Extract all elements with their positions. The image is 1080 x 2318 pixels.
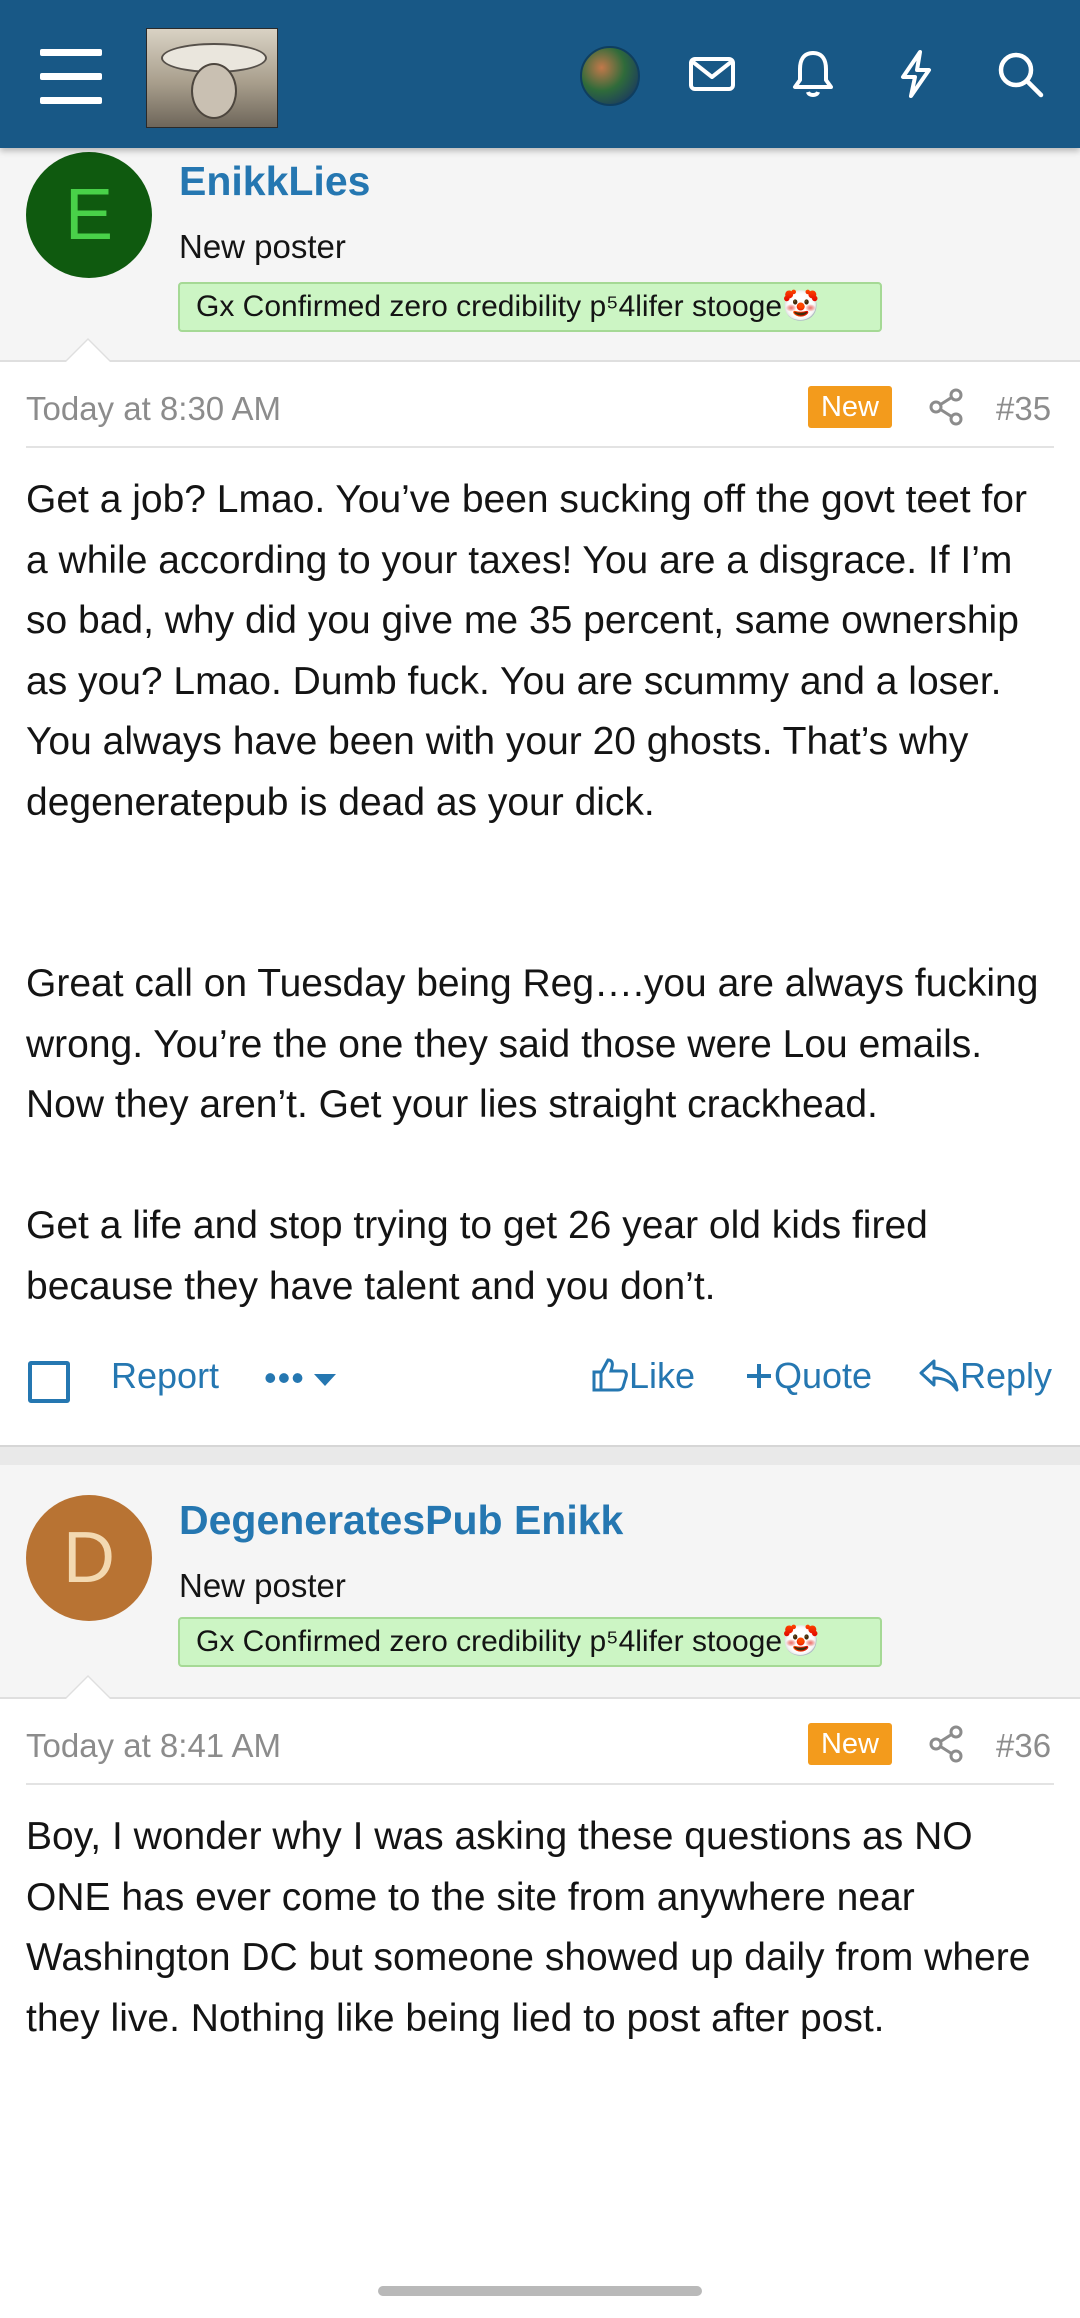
user-title: New poster <box>179 228 346 265</box>
post-timestamp[interactable]: Today at 8:41 AM <box>26 1727 281 1765</box>
share-icon[interactable] <box>926 386 968 428</box>
more-options-button[interactable]: ••• <box>264 1357 339 1399</box>
reply-icon <box>919 1359 959 1392</box>
menu-icon[interactable] <box>40 49 102 104</box>
select-checkbox[interactable] <box>28 1361 70 1403</box>
header-caret <box>64 338 112 362</box>
bell-icon[interactable] <box>783 44 843 104</box>
reply-button[interactable]: Reply <box>918 1355 1052 1397</box>
home-indicator[interactable] <box>378 2286 702 2296</box>
post-separator <box>0 1445 1080 1465</box>
post-body: Get a job? Lmao. You’ve been sucking off… <box>26 448 1054 1317</box>
username[interactable]: EnikkLies <box>179 158 370 205</box>
lightning-icon[interactable] <box>886 44 946 104</box>
like-label: Like <box>629 1355 696 1396</box>
new-badge: New <box>808 386 892 428</box>
avatar[interactable]: E <box>26 152 152 278</box>
reply-label: Reply <box>960 1355 1053 1396</box>
plus-icon <box>747 1364 771 1388</box>
user-banner: Gx Confirmed zero credibility p⁵4lifer s… <box>178 282 882 332</box>
post-number[interactable]: #35 <box>996 390 1051 428</box>
share-icon[interactable] <box>926 1723 968 1765</box>
search-icon[interactable] <box>990 44 1050 104</box>
username[interactable]: DegeneratesPub Enikk <box>179 1497 623 1544</box>
post-actions: Report ••• Like Quote Reply <box>0 1335 1080 1433</box>
post-paragraph: Get a job? Lmao. You’ve been sucking off… <box>26 478 1027 824</box>
site-logo[interactable] <box>146 28 278 128</box>
post-36: D DegeneratesPub Enikk New poster Gx Con… <box>0 1465 1080 2049</box>
top-nav-bar <box>0 0 1080 148</box>
user-title: New poster <box>179 1567 346 1604</box>
post-user-header: E EnikkLies New poster Gx Confirmed zero… <box>0 146 1080 362</box>
avatar[interactable]: D <box>26 1495 152 1621</box>
post-user-header: D DegeneratesPub Enikk New poster Gx Con… <box>0 1465 1080 1699</box>
more-dots: ••• <box>264 1357 305 1398</box>
post-body: Boy, I wonder why I was asking these que… <box>26 1785 1054 2049</box>
post-paragraph: Great call on Tuesday being Reg….you are… <box>26 962 1039 1126</box>
new-badge: New <box>808 1723 892 1765</box>
chevron-down-icon <box>313 1374 336 1387</box>
post-timestamp[interactable]: Today at 8:30 AM <box>26 390 281 428</box>
report-button[interactable]: Report <box>111 1355 219 1397</box>
post-35: E EnikkLies New poster Gx Confirmed zero… <box>0 146 1080 1433</box>
thread-content: E EnikkLies New poster Gx Confirmed zero… <box>0 146 1080 2049</box>
mail-icon[interactable] <box>682 44 742 104</box>
post-paragraph: Get a life and stop trying to get 26 yea… <box>26 1204 928 1308</box>
post-paragraph: Boy, I wonder why I was asking these que… <box>26 1815 1031 2040</box>
logo-face-shape <box>191 63 237 119</box>
quote-button[interactable]: Quote <box>744 1355 872 1397</box>
thumbs-up-icon <box>592 1358 628 1392</box>
post-number[interactable]: #36 <box>996 1727 1051 1765</box>
user-avatar[interactable] <box>580 46 640 106</box>
quote-label: Quote <box>774 1355 873 1396</box>
header-caret <box>64 1675 112 1699</box>
post-meta: Today at 8:41 AM New #36 <box>26 1699 1054 1785</box>
like-button[interactable]: Like <box>591 1355 695 1397</box>
post-meta: Today at 8:30 AM New #35 <box>26 362 1054 448</box>
user-banner: Gx Confirmed zero credibility p⁵4lifer s… <box>178 1617 882 1667</box>
